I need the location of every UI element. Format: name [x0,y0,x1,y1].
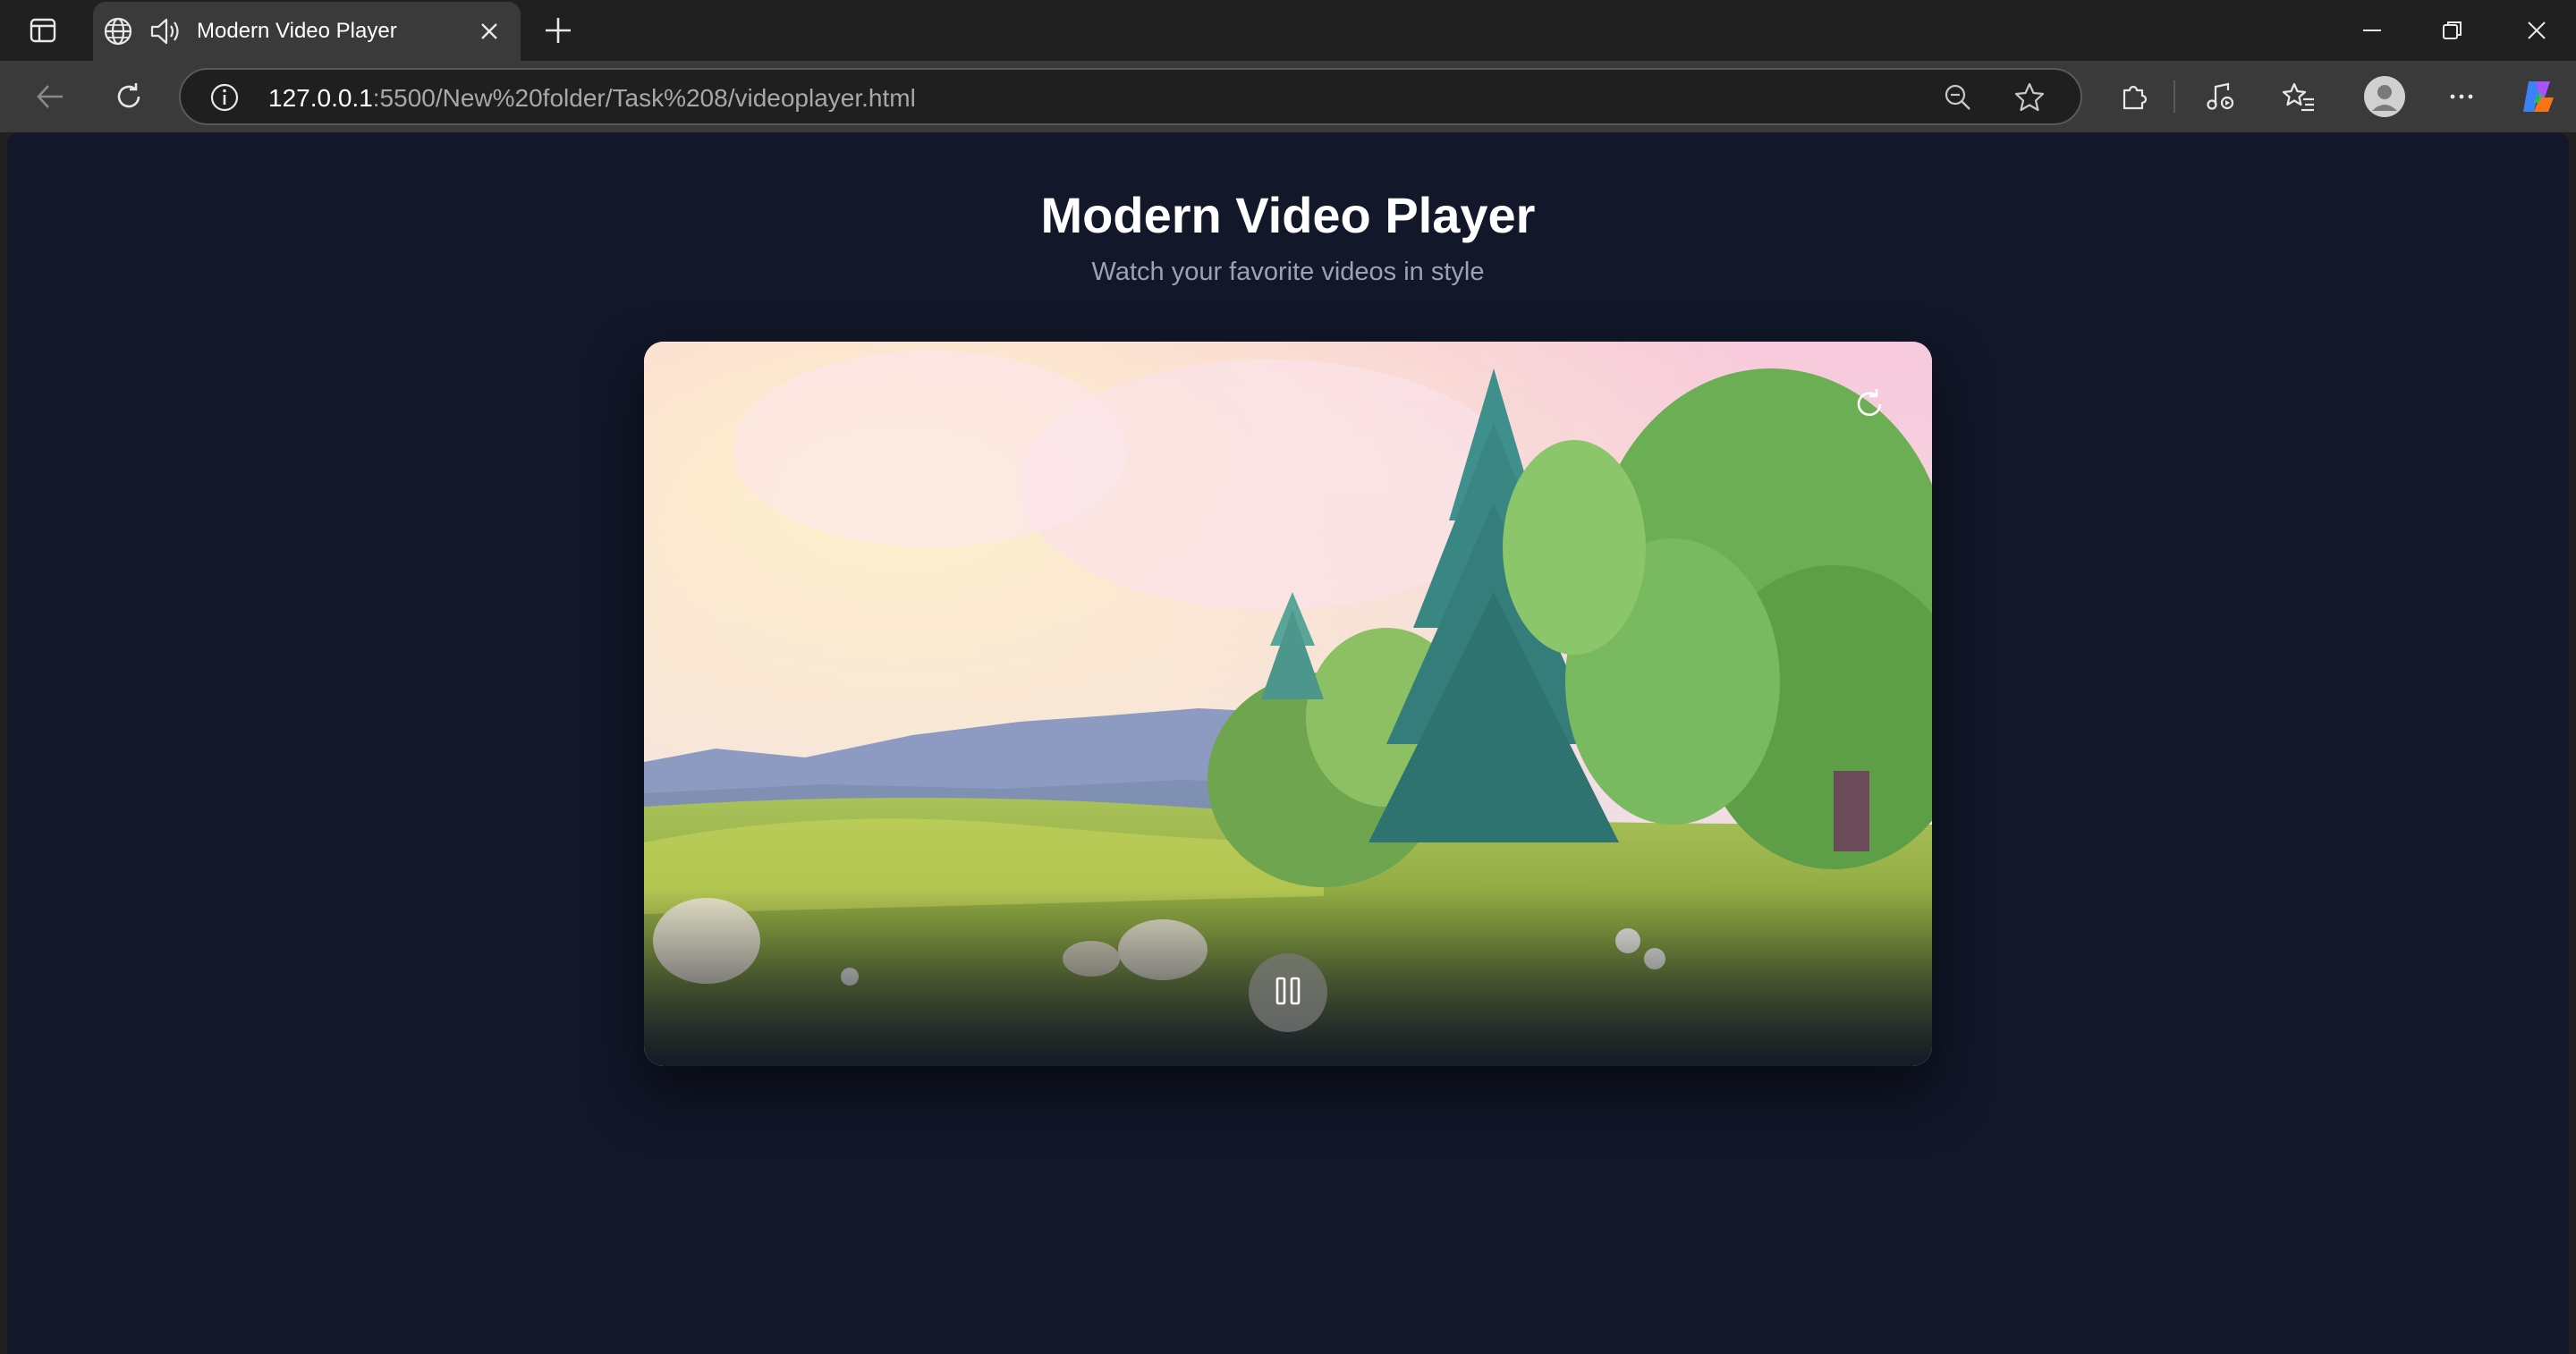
favorite-star-icon[interactable] [2012,80,2046,119]
url-host: 127.0.0.1 [268,84,373,112]
new-tab-icon[interactable] [540,13,576,53]
tab-close-icon[interactable] [478,20,501,47]
favorites-icon[interactable] [2281,79,2317,114]
url-path: :5500/New%20folder/Task%208/videoplayer.… [372,84,916,112]
replay-icon[interactable] [1848,383,1891,426]
extensions-icon[interactable] [2116,79,2152,114]
page-subtitle: Watch your favorite videos in style [1091,258,1485,286]
page-title: Modern Video Player [1040,187,1536,243]
profile-icon[interactable] [2361,73,2408,120]
more-icon[interactable] [2444,79,2479,114]
info-icon[interactable] [208,80,242,119]
url-text[interactable]: 127.0.0.1:5500/New%20folder/Task%208/vid… [268,84,916,113]
restore-icon[interactable] [2435,13,2470,48]
window-close-icon[interactable] [2519,13,2555,48]
toolbar-divider [2174,80,2175,113]
refresh-icon[interactable] [111,79,147,114]
play-pause-button[interactable] [1249,953,1327,1032]
sidebar-toggle-icon[interactable] [25,13,61,48]
speaker-icon[interactable] [148,15,182,52]
minimize-icon[interactable] [2354,13,2390,48]
media-control-icon[interactable] [2202,79,2238,114]
pause-icon [1273,975,1303,1011]
video-player[interactable] [644,342,1932,1066]
address-bar[interactable]: 127.0.0.1:5500/New%20folder/Task%208/vid… [179,68,2082,125]
zoom-out-icon[interactable] [1941,80,1975,119]
page-viewport: Modern Video Player Watch your favorite … [7,132,2569,1354]
back-icon[interactable] [32,79,68,114]
copilot-icon[interactable] [2517,75,2560,118]
browser-tab-bar: Modern Video Player [0,0,2576,61]
browser-toolbar: 127.0.0.1:5500/New%20folder/Task%208/vid… [0,61,2576,132]
browser-tab[interactable]: Modern Video Player [93,2,521,61]
tab-title: Modern Video Player [197,19,397,43]
globe-icon [102,15,134,52]
